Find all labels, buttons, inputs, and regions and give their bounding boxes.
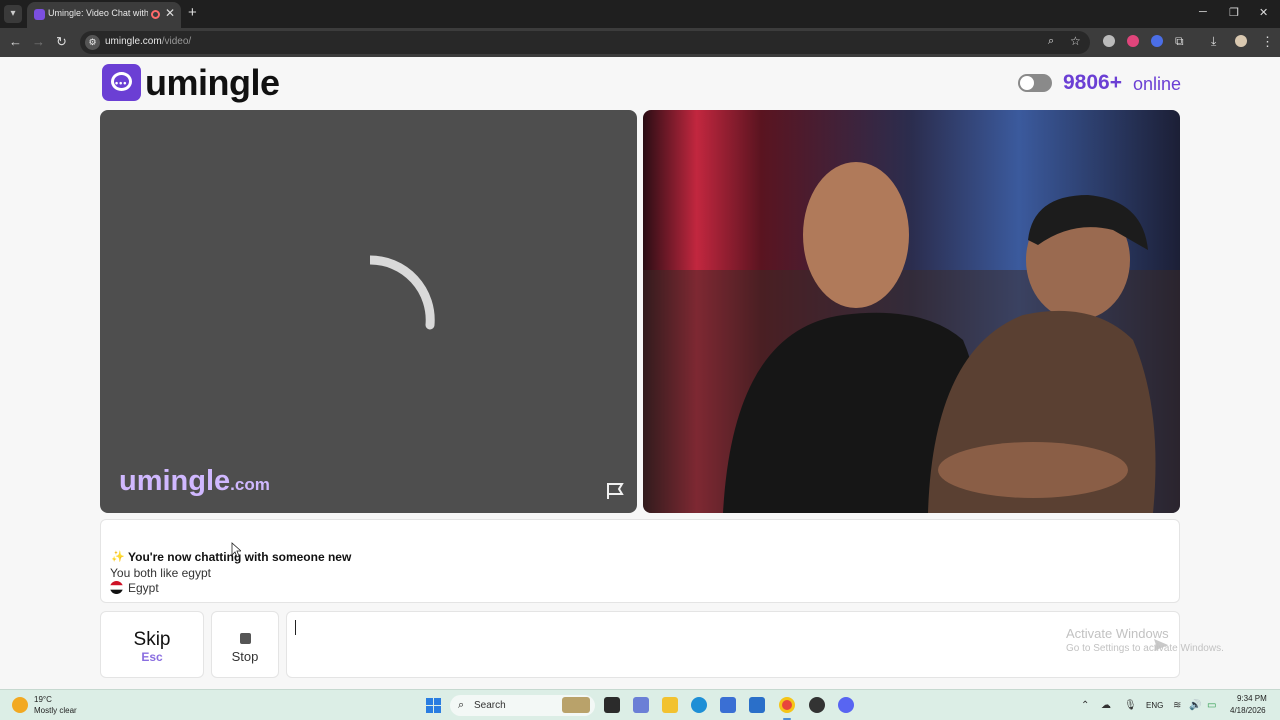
close-tab-icon[interactable]: ✕ [165,6,175,20]
chrome-browser-icon[interactable] [779,697,795,713]
battery-icon[interactable]: ▭ [1207,700,1216,711]
forward-icon[interactable]: → [32,34,45,49]
input-language[interactable]: ENG [1146,701,1163,710]
downloads-icon[interactable]: ⤓ [1211,34,1216,49]
windows-start-icon[interactable] [426,698,441,713]
search-highlight-icon [562,697,590,713]
message-input[interactable] [286,611,1180,678]
browser-tab-bar: ▾ Umingle: Video Chat with S ✕ + ─ ❐ ✕ [0,0,1280,28]
video-watermark: umingle.com [119,465,270,498]
extension-pen-icon[interactable] [1127,35,1139,47]
weather-condition[interactable]: Mostly clear [34,706,77,715]
outlook-app-icon[interactable] [749,697,765,713]
sparkle-icon: ✨ [111,551,125,563]
close-window-button[interactable]: ✕ [1259,6,1268,19]
online-label: online [1133,74,1182,94]
edge-browser-icon[interactable] [691,697,707,713]
profile-avatar[interactable] [1235,35,1247,47]
report-flag-icon[interactable] [606,482,626,500]
umingle-logo-icon[interactable]: ••• [102,64,141,101]
common-interest-text: You both like egypt [110,566,211,580]
activate-windows-title: Activate Windows [1066,626,1169,641]
text-caret [295,620,296,635]
reload-icon[interactable]: ↻ [56,34,67,50]
browser-toolbar: ← → ↻ ⚙ umingle.com/video/ ⌕ ☆ ⧉ ⤓ ⋮ [0,28,1280,57]
weather-moon-icon[interactable] [12,697,28,713]
stop-label: Stop [231,649,259,664]
remote-video-feed [643,162,1180,513]
taskbar-search-label: Search [474,700,506,711]
online-count: 9806+ [1063,71,1122,94]
extension-vpn-icon[interactable] [1151,35,1163,47]
clock-date[interactable]: 4/18/2026 [1230,706,1266,715]
url-path: /video/ [161,36,192,47]
url-host: umingle.com [105,36,162,47]
umingle-favicon-icon [34,9,45,20]
stop-button[interactable]: Stop [211,611,279,678]
address-bar[interactable]: ⚙ umingle.com/video/ [80,31,1090,54]
extensions-puzzle-icon[interactable]: ⧉ [1175,34,1184,49]
skip-label: Skip [133,629,171,650]
extension-icon[interactable] [1103,35,1115,47]
onedrive-tray-icon[interactable]: ☁ [1101,700,1111,711]
remote-video-panel [643,110,1180,513]
microphone-tray-icon[interactable]: 🎙 [1124,700,1137,711]
browser-menu-icon[interactable]: ⋮ [1261,34,1274,50]
file-explorer-icon[interactable] [662,697,678,713]
url-text: umingle.com/video/ [105,36,191,47]
recorder-app-icon[interactable] [809,697,825,713]
minimize-window-button[interactable]: ─ [1199,6,1207,18]
stop-square-icon [240,633,251,644]
skip-button[interactable]: Skip Esc [100,611,204,678]
loading-spinner-icon [370,255,435,330]
tab-search-button[interactable]: ▾ [4,5,22,23]
site-info-icon[interactable]: ⚙ [85,35,100,50]
clock-time[interactable]: 9:34 PM [1237,694,1267,703]
watermark-suffix: .com [230,475,270,494]
media-app-icon[interactable] [604,697,620,713]
volume-icon[interactable]: 🔊 [1189,700,1201,711]
tab-title: Umingle: Video Chat with S [48,8,148,18]
store-app-icon[interactable] [720,697,736,713]
chat-log: ✨ You're now chatting with someone new Y… [100,519,1180,603]
wifi-icon[interactable]: ≋ [1173,700,1181,711]
back-icon[interactable]: ← [9,34,22,49]
stranger-country: Egypt [128,581,159,595]
weather-temperature[interactable]: 19°C [34,695,52,704]
restore-window-button[interactable]: ❐ [1229,6,1239,19]
egypt-flag-icon [110,581,123,594]
new-tab-button[interactable]: + [188,4,197,21]
theme-toggle[interactable] [1018,74,1052,92]
search-icon: ⌕ [458,699,465,711]
skip-shortcut-key: Esc [141,650,163,664]
logo-text[interactable]: umingle [145,62,280,104]
watermark-main: umingle [119,465,231,497]
windows-taskbar: 19°C Mostly clear ⌕ Search ⌃ ☁ 🎙 ENG ≋ 🔊… [0,689,1280,720]
taskbar-search[interactable]: ⌕ Search [450,695,595,716]
local-video-panel: umingle.com [100,110,637,513]
tray-overflow-chevron-icon[interactable]: ⌃ [1081,700,1089,711]
bookmark-star-icon[interactable]: ☆ [1070,34,1081,48]
mouse-cursor-icon [231,542,241,558]
zoom-icon[interactable]: ⌕ [1048,35,1054,48]
recording-indicator-icon [151,10,160,19]
browser-tab-active[interactable]: Umingle: Video Chat with S ✕ [27,2,181,28]
copilot-app-icon[interactable] [633,697,649,713]
activate-windows-subtitle: Go to Settings to activate Windows. [1066,643,1224,654]
toggle-knob [1020,76,1034,90]
discord-app-icon[interactable] [838,697,854,713]
